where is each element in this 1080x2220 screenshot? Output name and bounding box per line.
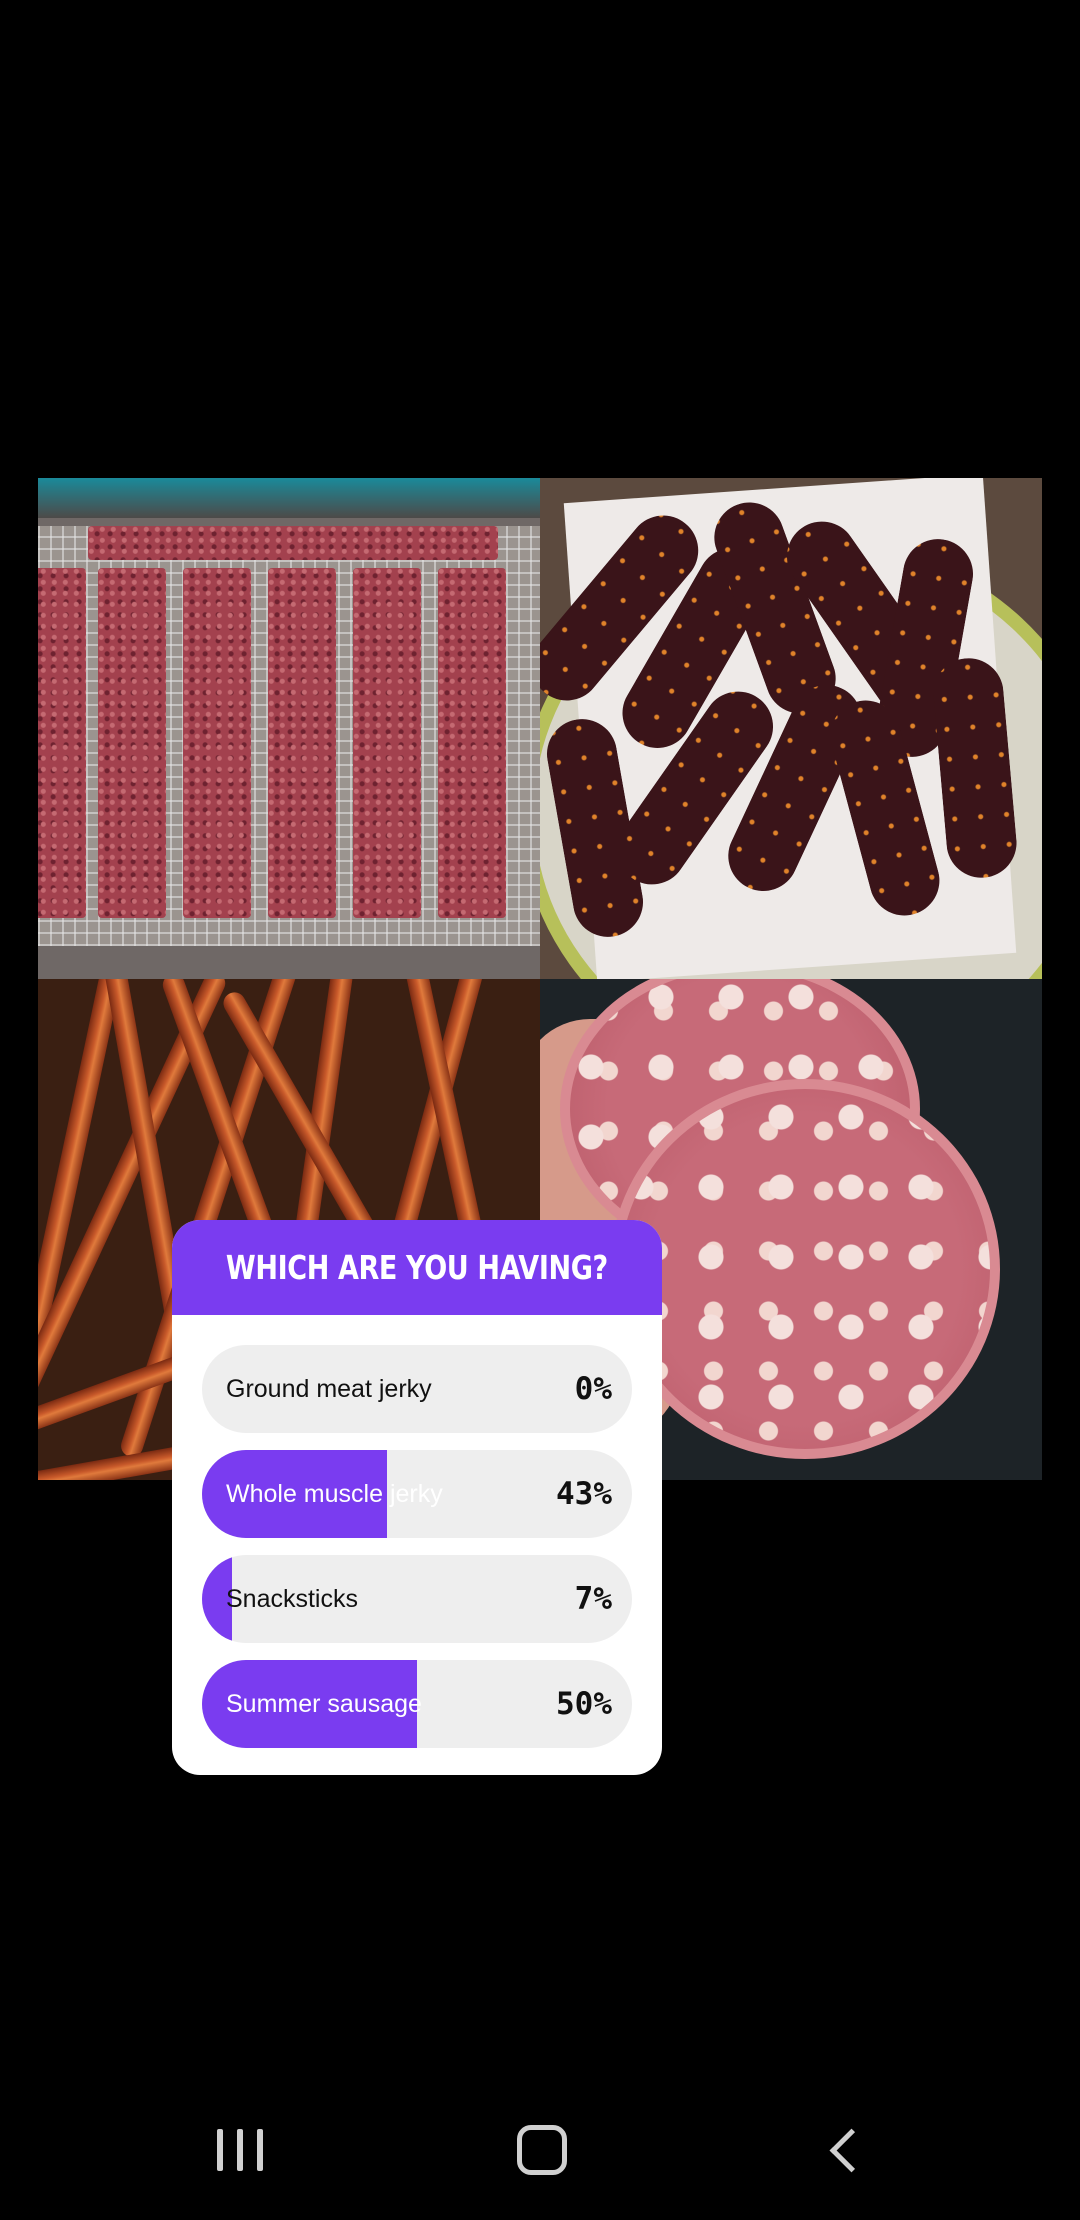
jerky-strip bbox=[38, 568, 86, 918]
sausage-slice bbox=[610, 1079, 1000, 1459]
poll-header: WHICH ARE YOU HAVING? bbox=[172, 1220, 662, 1315]
poll-option[interactable]: Ground meat jerky 0% bbox=[202, 1345, 632, 1433]
jerky-strip bbox=[268, 568, 336, 918]
poll-option-label: Summer sausage bbox=[226, 1690, 422, 1718]
story-screen: WHICH ARE YOU HAVING? Ground meat jerky … bbox=[0, 0, 1080, 2220]
poll-option-label: Snacksticks bbox=[226, 1585, 358, 1613]
poll-option[interactable]: Summer sausage 50% bbox=[202, 1660, 632, 1748]
poll-option-label: Whole muscle jerky bbox=[226, 1480, 443, 1508]
poll-option-label: Ground meat jerky bbox=[226, 1375, 432, 1403]
whole-muscle-jerky-photo bbox=[540, 478, 1042, 979]
jerky-strip bbox=[353, 568, 421, 918]
jerky-strip bbox=[88, 526, 498, 560]
home-icon bbox=[517, 2125, 567, 2175]
poll-sticker: WHICH ARE YOU HAVING? Ground meat jerky … bbox=[172, 1220, 662, 1775]
counter-edge bbox=[38, 478, 540, 518]
recents-icon bbox=[217, 2129, 263, 2171]
jerky-strip bbox=[98, 568, 166, 918]
poll-option-percent: 43% bbox=[556, 1476, 612, 1512]
poll-title: WHICH ARE YOU HAVING? bbox=[226, 1248, 608, 1287]
poll-options: Ground meat jerky 0% Whole muscle jerky … bbox=[172, 1315, 662, 1748]
jerky-strip bbox=[438, 568, 506, 918]
back-button[interactable] bbox=[805, 2110, 885, 2190]
poll-option-percent: 0% bbox=[574, 1371, 612, 1407]
system-nav-bar bbox=[0, 2070, 1080, 2220]
poll-option[interactable]: Snacksticks 7% bbox=[202, 1555, 632, 1643]
jerky-strip bbox=[183, 568, 251, 918]
poll-option-percent: 7% bbox=[574, 1581, 612, 1617]
poll-option-percent: 50% bbox=[556, 1686, 612, 1722]
poll-option[interactable]: Whole muscle jerky 43% bbox=[202, 1450, 632, 1538]
ground-meat-jerky-photo bbox=[38, 478, 540, 979]
home-button[interactable] bbox=[502, 2110, 582, 2190]
recents-button[interactable] bbox=[200, 2110, 280, 2190]
back-icon bbox=[829, 2128, 873, 2172]
